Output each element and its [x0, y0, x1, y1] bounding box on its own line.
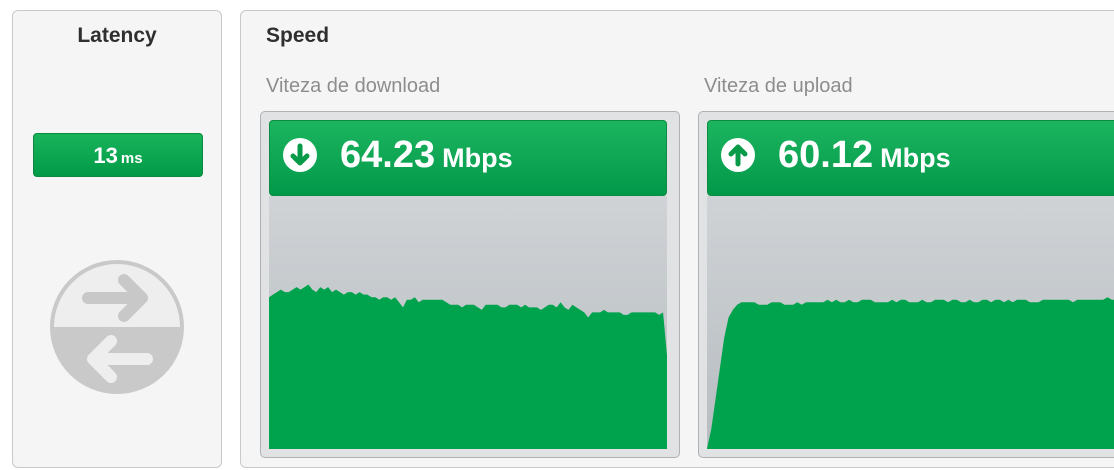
- upload-speed-chart: [707, 297, 1114, 449]
- upload-label: Viteza de upload: [704, 75, 853, 97]
- download-chart-area: [269, 196, 667, 449]
- download-speed-chart: [269, 284, 667, 449]
- upload-chart-area: [707, 196, 1114, 449]
- download-speed-unit: Mbps: [442, 143, 513, 173]
- download-speed-text: 64.23 Mbps: [340, 134, 513, 176]
- upload-speed-header: 60.12 Mbps: [707, 120, 1114, 196]
- latency-panel: Latency 13 ms: [12, 10, 222, 468]
- upload-speed-value: 60.12: [778, 134, 874, 176]
- download-arrow-icon: [283, 138, 317, 172]
- upload-arrow-icon: [721, 138, 755, 172]
- latency-unit: ms: [120, 150, 143, 167]
- upload-speed-area: [707, 297, 1114, 449]
- download-speed-header: 64.23 Mbps: [269, 120, 667, 196]
- download-label: Viteza de download: [266, 75, 441, 97]
- latency-title: Latency: [77, 24, 157, 47]
- latency-badge: 13 ms: [33, 133, 203, 177]
- upload-chart-box: 60.12 Mbps: [698, 111, 1114, 458]
- download-chart-box: 64.23 Mbps: [260, 111, 680, 458]
- upload-speed-unit: Mbps: [880, 143, 951, 173]
- speed-panel: Speed Viteza de download Viteza de uploa…: [240, 10, 1114, 468]
- speed-title: Speed: [266, 24, 330, 47]
- latency-value: 13: [93, 143, 118, 168]
- download-speed-area: [269, 284, 667, 449]
- download-speed-value: 64.23: [340, 134, 436, 176]
- exchange-arrows-icon: [50, 260, 184, 394]
- upload-speed-text: 60.12 Mbps: [778, 134, 951, 176]
